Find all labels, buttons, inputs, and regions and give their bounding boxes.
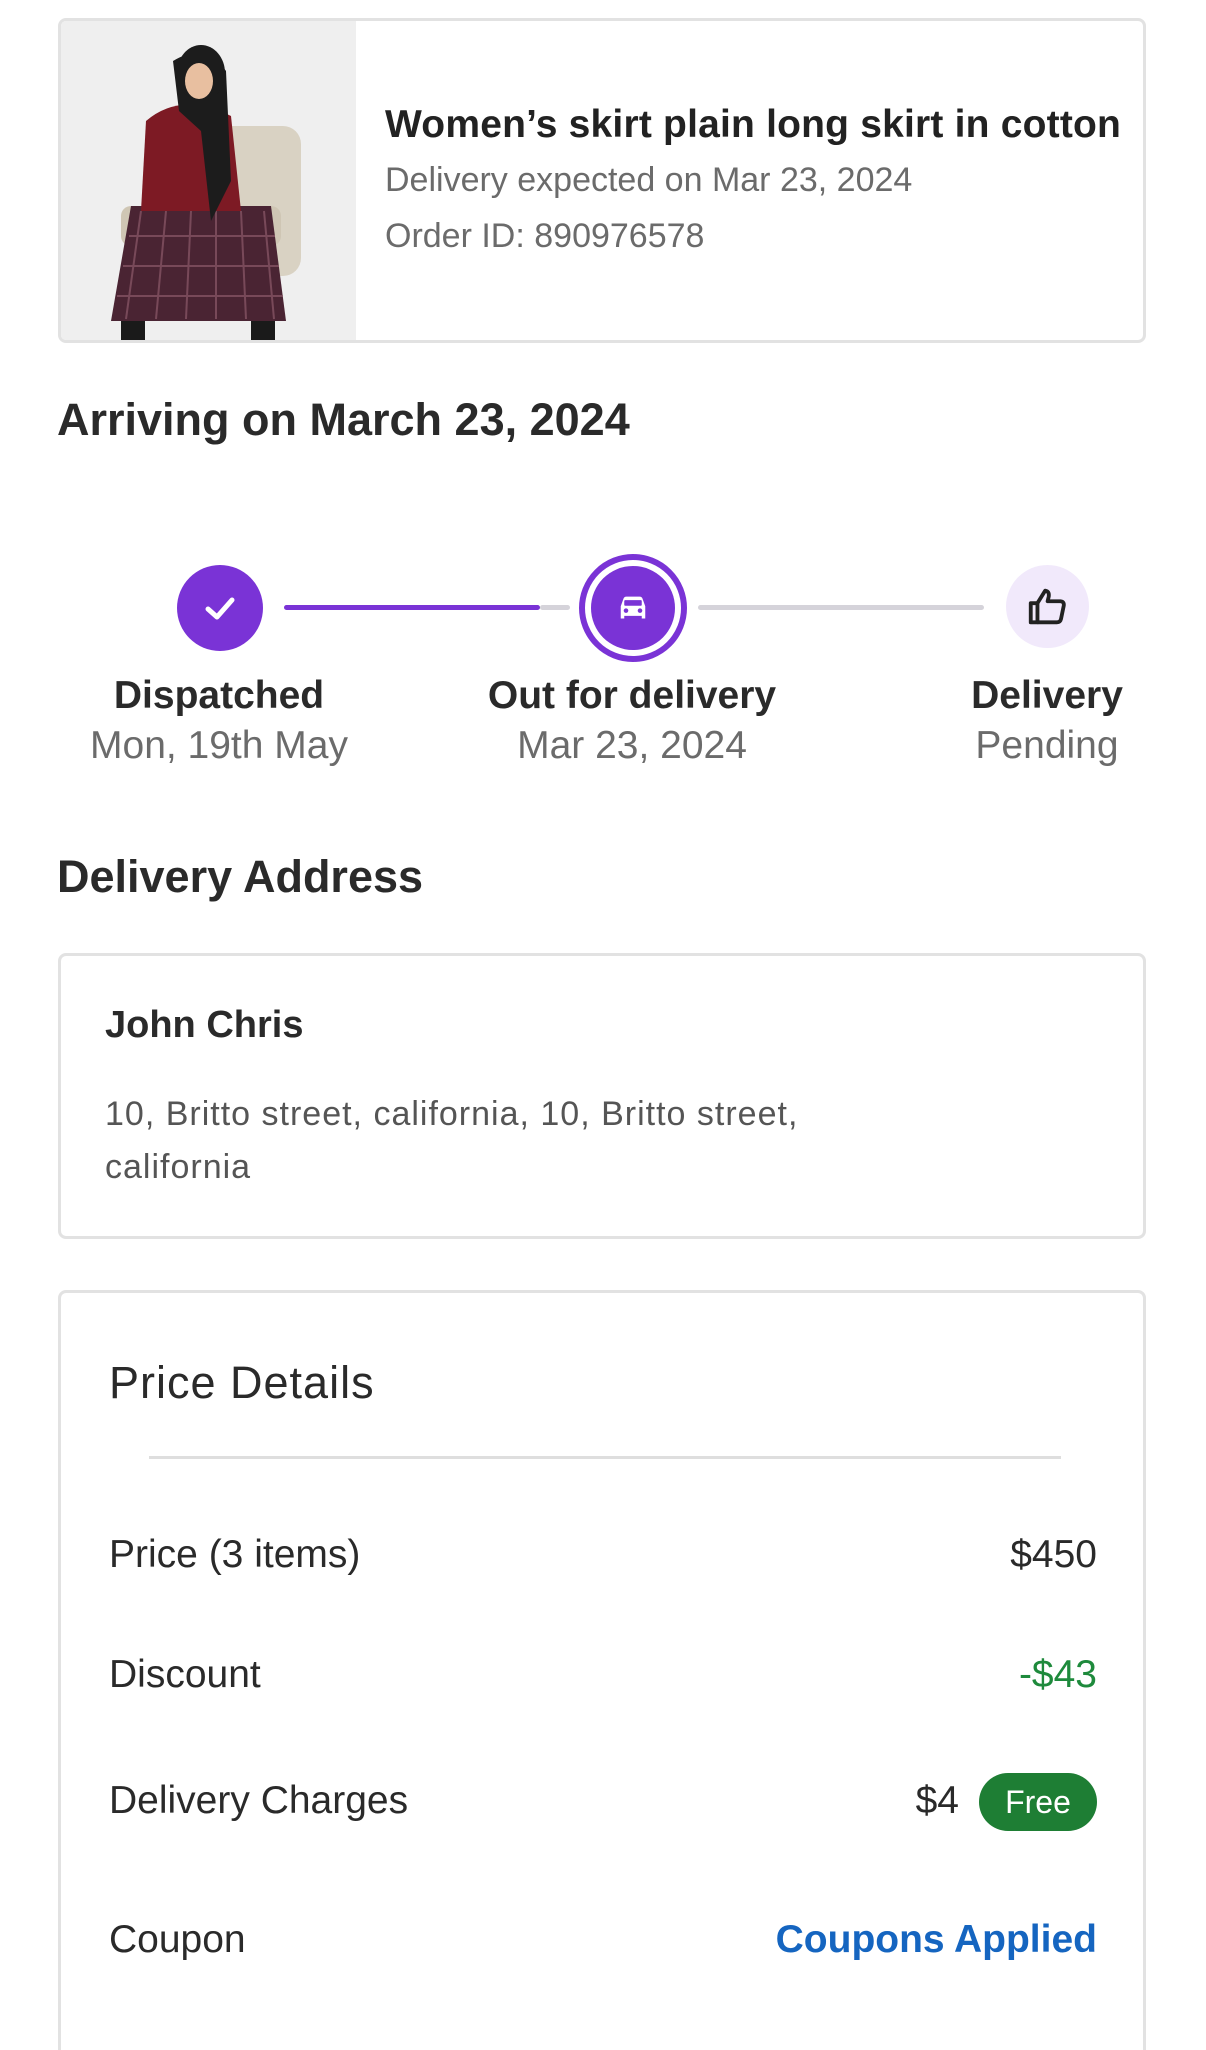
address-name: John Chris (105, 1004, 304, 1046)
step-title: Out for delivery (487, 674, 777, 717)
product-image (61, 21, 356, 340)
order-product-card[interactable]: Women’s skirt plain long skirt in cotton… (58, 18, 1146, 343)
price-divider (149, 1456, 1061, 1459)
delivery-charges-label: Delivery Charges (109, 1779, 409, 1822)
step-out-for-delivery-car-icon (579, 554, 687, 662)
delivery-address-card[interactable]: John Chris 10, Britto street, california… (58, 953, 1146, 1239)
product-title: Women’s skirt plain long skirt in cotton (385, 103, 1122, 146)
tracker-line-connector (540, 605, 570, 610)
coupon-label: Coupon (109, 1918, 246, 1961)
step-title: Delivery (971, 674, 1123, 717)
discount-value: -$43 (1018, 1653, 1097, 1696)
address-text: 10, Britto street, california, 10, Britt… (105, 1095, 799, 1186)
tracker-line-pending (698, 605, 984, 610)
step-title: Dispatched (113, 674, 325, 717)
price-value: $450 (1010, 1533, 1097, 1576)
price-row-delivery-charges: Delivery Charges $4 Free (109, 1773, 1097, 1839)
price-details-heading: Price Details (109, 1357, 375, 1408)
step-subtitle: Mar 23, 2024 (517, 724, 747, 767)
coupons-applied-link[interactable]: Coupons Applied (776, 1918, 1097, 1962)
price-row-discount: Discount -$43 (109, 1653, 1097, 1713)
delivery-expected-text: Delivery expected on Mar 23, 2024 (385, 161, 913, 199)
step-delivery-thumbs-up-icon (1006, 565, 1089, 648)
delivery-charges-value: $4 (915, 1779, 959, 1822)
step-dispatched-check-icon (177, 565, 263, 651)
free-badge: Free (979, 1773, 1097, 1831)
delivery-address-heading: Delivery Address (57, 851, 424, 902)
order-id-text: Order ID: 890976578 (385, 217, 705, 255)
step-dispatched: Dispatched Mon, 19th May (39, 674, 399, 768)
tracker-line-completed (284, 605, 540, 610)
discount-label: Discount (109, 1653, 261, 1696)
step-out-for-delivery: Out for delivery Mar 23, 2024 (452, 674, 812, 768)
step-subtitle: Pending (975, 724, 1119, 767)
step-subtitle: Mon, 19th May (90, 724, 348, 767)
step-delivery: Delivery Pending (867, 674, 1206, 768)
arriving-heading: Arriving on March 23, 2024 (57, 394, 630, 445)
price-row-coupon: Coupon Coupons Applied (109, 1918, 1097, 1978)
price-details-card: Price Details Price (3 items) $450 Disco… (58, 1290, 1146, 2050)
price-row-items: Price (3 items) $450 (109, 1533, 1097, 1593)
price-label: Price (3 items) (109, 1533, 361, 1576)
